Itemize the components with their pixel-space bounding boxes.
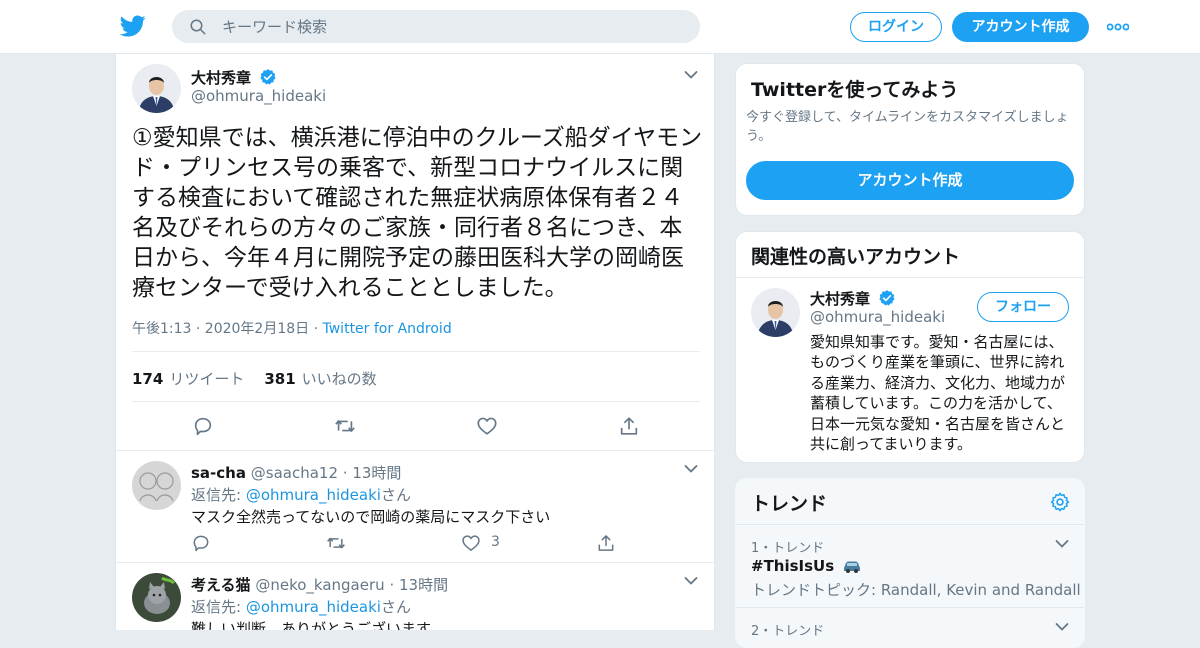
reply-like-count: 3: [491, 534, 500, 550]
car-emoji-icon: [844, 561, 861, 573]
author-name-text: 大村秀章: [191, 69, 252, 87]
main-timeline: 大村秀章 @ohmura_hideaki ①愛知県では、横浜港に停泊中のクルーズ…: [115, 54, 715, 630]
reply-to-suffix: さん: [380, 598, 411, 616]
divider: [132, 351, 700, 352]
reply-author-name[interactable]: sa-cha: [191, 464, 246, 482]
reply-to-line: 返信先: @ohmura_hideakiさん: [191, 596, 411, 617]
login-button[interactable]: ログイン: [850, 12, 942, 42]
reply-dot: ·: [389, 576, 395, 594]
trend-rank: 1・トレンド: [751, 541, 825, 556]
search-icon: [190, 19, 206, 35]
chevron-down-icon[interactable]: [1055, 539, 1069, 549]
related-account-avatar[interactable]: [751, 288, 800, 337]
trends-title: トレンド: [751, 493, 828, 515]
reply-mention-link[interactable]: @ohmura_hideaki: [246, 486, 381, 504]
signup-button[interactable]: アカウント作成: [952, 12, 1089, 42]
retweet-icon[interactable]: [326, 533, 346, 553]
trend-topic: トレンドトピック: Randall, Kevin and Randall: [751, 581, 1081, 599]
like-count: 381: [264, 370, 296, 388]
divider: [736, 277, 1084, 278]
reply-time[interactable]: 13時間: [399, 576, 448, 594]
reply-header: 考える猫 @neko_kangaeru · 13時間: [191, 574, 448, 595]
reply-text: 難しい判断、ありがとうございます。: [191, 620, 445, 630]
reply-to-prefix: 返信先:: [191, 486, 246, 504]
divider: [116, 450, 714, 451]
divider: [116, 562, 714, 563]
settings-gear-icon[interactable]: [1049, 491, 1071, 513]
trends-card: トレンド 1・トレンド #ThisIsUs トレンドトピック: Randall,…: [735, 478, 1085, 648]
twitter-logo-icon[interactable]: [120, 13, 146, 39]
reply-icon[interactable]: [191, 533, 211, 553]
like-stat[interactable]: 381 いいねの数: [264, 370, 376, 388]
chevron-down-icon[interactable]: [684, 464, 698, 474]
reply-time[interactable]: 13時間: [352, 464, 401, 482]
reply-avatar[interactable]: [132, 461, 181, 510]
reply-text: マスク全然売ってないので岡崎の薬局にマスク下さい: [191, 508, 551, 526]
tweet-source-link[interactable]: Twitter for Android: [323, 321, 452, 337]
related-account-bio: 愛知県知事です。愛知・名古屋には、ものづくり産業を筆頭に、世界に誇れる産業力、経…: [810, 333, 1066, 454]
related-accounts-title: 関連性の高いアカウント: [751, 246, 961, 268]
verified-badge-icon: [879, 290, 895, 306]
share-icon[interactable]: [596, 533, 616, 553]
retweet-count: 174: [132, 370, 164, 388]
reply-author-name[interactable]: 考える猫: [191, 576, 251, 594]
related-account-handle[interactable]: @ohmura_hideaki: [810, 308, 945, 326]
chevron-down-icon[interactable]: [1055, 622, 1069, 632]
reply-dot: ·: [342, 464, 348, 482]
related-account-name-text: 大村秀章: [810, 290, 871, 308]
reply-to-suffix: さん: [380, 486, 411, 504]
tweet-timestamp[interactable]: 午後1:13 · 2020年2月18日: [132, 321, 309, 337]
like-heart-icon[interactable]: [476, 415, 498, 437]
related-accounts-card: 関連性の高いアカウント 大村秀章 @ohmura_hideaki フォロー 愛知…: [735, 231, 1085, 463]
share-icon[interactable]: [618, 415, 640, 437]
reply-author-handle[interactable]: @neko_kangaeru: [255, 576, 384, 594]
top-bar: ログイン アカウント作成: [0, 0, 1200, 54]
search-input[interactable]: [222, 10, 682, 43]
tweet-text: ①愛知県では、横浜港に停泊中のクルーズ船ダイヤモンド・プリンセス号の乗客で、新型…: [132, 125, 703, 301]
verified-badge-icon: [260, 69, 276, 85]
meta-separator: ·: [309, 321, 323, 337]
related-account-name[interactable]: 大村秀章: [810, 288, 896, 309]
trend-hashtag[interactable]: #ThisIsUs: [751, 557, 862, 575]
divider: [132, 401, 700, 402]
signup-card-button[interactable]: アカウント作成: [746, 161, 1074, 200]
retweet-stat[interactable]: 174 リツイート: [132, 370, 244, 388]
reply-to-prefix: 返信先:: [191, 598, 246, 616]
signup-card: Twitterを使ってみよう 今すぐ登録して、タイムラインをカスタマイズしましょ…: [735, 63, 1085, 216]
signup-card-title: Twitterを使ってみよう: [751, 79, 959, 101]
retweet-label: リツイート: [169, 370, 245, 388]
reply-mention-link[interactable]: @ohmura_hideaki: [246, 598, 381, 616]
reply-author-handle[interactable]: @saacha12: [251, 464, 338, 482]
follow-button[interactable]: フォロー: [977, 292, 1069, 322]
author-name[interactable]: 大村秀章: [191, 67, 277, 88]
chevron-down-icon[interactable]: [684, 70, 698, 80]
reply-to-line: 返信先: @ohmura_hideakiさん: [191, 484, 411, 505]
search-box[interactable]: [172, 10, 700, 43]
divider: [736, 524, 1084, 525]
retweet-icon[interactable]: [334, 415, 356, 437]
trend-hashtag-text: #ThisIsUs: [751, 557, 835, 575]
like-label: いいねの数: [301, 370, 377, 388]
tweet-stats: 174 リツイート 381 いいねの数: [132, 368, 377, 389]
like-heart-icon[interactable]: [461, 533, 481, 553]
reply-avatar[interactable]: [132, 573, 181, 622]
more-options-icon[interactable]: [1107, 23, 1129, 31]
author-handle[interactable]: @ohmura_hideaki: [191, 87, 326, 105]
divider: [736, 607, 1084, 608]
reply-icon[interactable]: [192, 415, 214, 437]
author-avatar[interactable]: [132, 64, 181, 113]
reply-header: sa-cha @saacha12 · 13時間: [191, 462, 401, 483]
chevron-down-icon[interactable]: [684, 576, 698, 586]
signup-card-description: 今すぐ登録して、タイムラインをカスタマイズしましょう。: [746, 110, 1069, 144]
tweet-meta: 午後1:13 · 2020年2月18日 · Twitter for Androi…: [132, 318, 452, 338]
